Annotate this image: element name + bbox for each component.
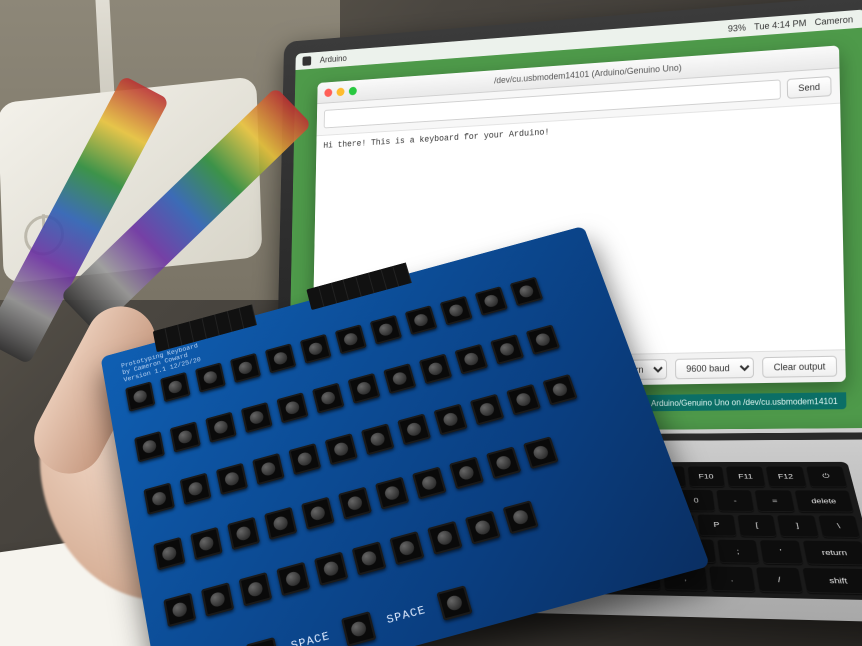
- key-\[interactable]: \: [818, 515, 860, 538]
- tactile-switch[interactable]: [264, 506, 297, 539]
- tactile-switch[interactable]: [180, 473, 212, 505]
- tactile-switch[interactable]: [160, 372, 190, 402]
- tactile-switch[interactable]: [153, 537, 185, 571]
- key-⏻[interactable]: ⏻: [806, 466, 847, 487]
- tactile-switch[interactable]: [419, 354, 452, 385]
- tactile-switch[interactable]: [348, 373, 381, 404]
- tactile-switch[interactable]: [289, 443, 322, 475]
- power-icon: [24, 213, 65, 257]
- tactile-switch[interactable]: [427, 521, 462, 555]
- key-.[interactable]: .: [709, 567, 755, 592]
- tactile-switch[interactable]: [449, 456, 484, 489]
- tactile-switch[interactable]: [455, 344, 489, 375]
- key--[interactable]: -: [716, 490, 754, 511]
- tactile-switch[interactable]: [389, 531, 424, 565]
- tactile-switch[interactable]: [405, 305, 438, 335]
- tactile-switch[interactable]: [241, 402, 273, 433]
- tactile-switch[interactable]: [125, 381, 155, 411]
- tactile-switch[interactable]: [195, 362, 226, 392]
- photo-scene: Arduino 93% Tue 4:14 PM Cameron /dev/cu.…: [0, 0, 862, 646]
- send-button[interactable]: Send: [787, 76, 832, 99]
- key-p[interactable]: P: [698, 514, 736, 537]
- tactile-switch[interactable]: [352, 541, 387, 575]
- tactile-switch[interactable]: [465, 510, 501, 544]
- key-delete[interactable]: delete: [795, 490, 854, 512]
- tactile-switch[interactable]: [475, 286, 508, 316]
- tactile-switch[interactable]: [276, 392, 308, 423]
- tactile-switch[interactable]: [436, 585, 472, 620]
- minimize-icon[interactable]: [337, 87, 345, 96]
- key-[[interactable]: [: [737, 515, 777, 538]
- clear-output-button[interactable]: Clear output: [762, 356, 837, 378]
- tactile-switch[interactable]: [300, 334, 332, 364]
- key-shift[interactable]: shift: [803, 568, 862, 594]
- tactile-switch[interactable]: [440, 296, 473, 326]
- tactile-switch[interactable]: [486, 446, 521, 479]
- key-/[interactable]: /: [756, 567, 803, 592]
- tactile-switch[interactable]: [190, 526, 223, 559]
- key-f10[interactable]: F10: [688, 467, 726, 487]
- key-][interactable]: ]: [777, 515, 818, 538]
- tactile-switch[interactable]: [170, 422, 201, 453]
- key-;[interactable]: ;: [717, 540, 759, 564]
- tactile-switch[interactable]: [143, 483, 174, 515]
- tactile-switch[interactable]: [239, 572, 273, 607]
- tactile-switch[interactable]: [375, 476, 409, 509]
- tactile-switch[interactable]: [490, 334, 524, 365]
- tactile-switch[interactable]: [163, 592, 196, 627]
- close-icon[interactable]: [324, 88, 332, 97]
- tactile-switch[interactable]: [383, 363, 416, 394]
- baud-select[interactable]: 9600 baud: [675, 357, 754, 379]
- tactile-switch[interactable]: [361, 424, 394, 456]
- tactile-switch[interactable]: [523, 436, 559, 469]
- tactile-switch[interactable]: [510, 277, 544, 307]
- key-=[interactable]: =: [755, 490, 794, 512]
- tactile-switch[interactable]: [470, 394, 504, 426]
- tactile-switch[interactable]: [543, 374, 578, 406]
- tactile-switch[interactable]: [134, 431, 165, 462]
- tactile-switch[interactable]: [312, 383, 344, 414]
- battery-percent: 93%: [728, 23, 746, 34]
- tactile-switch[interactable]: [506, 384, 541, 416]
- tactile-switch[interactable]: [412, 466, 447, 499]
- tactile-switch[interactable]: [341, 611, 376, 646]
- key-f11[interactable]: F11: [726, 466, 765, 486]
- key-'[interactable]: ': [760, 541, 803, 565]
- tactile-switch[interactable]: [503, 500, 539, 534]
- tactile-switch[interactable]: [276, 562, 310, 596]
- tactile-switch[interactable]: [246, 637, 280, 646]
- zoom-icon[interactable]: [349, 86, 357, 95]
- tactile-switch[interactable]: [338, 486, 372, 519]
- tactile-switch[interactable]: [230, 353, 261, 383]
- clock: Tue 4:14 PM: [754, 18, 806, 32]
- tactile-switch[interactable]: [325, 434, 358, 466]
- tactile-switch[interactable]: [301, 496, 335, 529]
- space-label: SPACE: [290, 631, 331, 646]
- tactile-switch[interactable]: [526, 325, 560, 355]
- tactile-switch[interactable]: [201, 582, 234, 617]
- tactile-switch[interactable]: [265, 343, 296, 373]
- user-name[interactable]: Cameron: [815, 14, 854, 27]
- space-label: SPACE: [386, 605, 428, 627]
- tactile-switch[interactable]: [314, 551, 348, 585]
- tactile-switch[interactable]: [205, 412, 236, 443]
- app-name[interactable]: Arduino: [320, 53, 347, 64]
- wifi-router: [0, 76, 262, 284]
- key-return[interactable]: return: [803, 541, 862, 566]
- apple-icon[interactable]: [302, 56, 311, 66]
- tactile-switch[interactable]: [434, 404, 468, 436]
- tactile-switch[interactable]: [397, 414, 431, 446]
- tactile-switch[interactable]: [335, 324, 367, 354]
- tactile-switch[interactable]: [216, 463, 248, 495]
- key-f12[interactable]: F12: [766, 466, 806, 487]
- tactile-switch[interactable]: [370, 315, 402, 345]
- tactile-switch[interactable]: [252, 453, 284, 485]
- tactile-switch[interactable]: [227, 516, 260, 549]
